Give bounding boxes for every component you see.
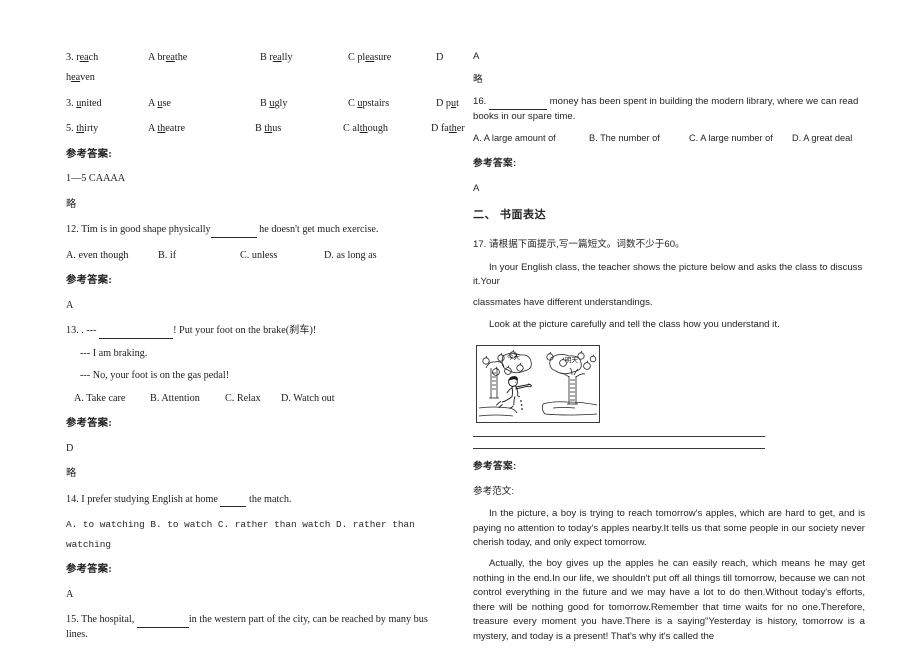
q16-stem-before: 16. bbox=[473, 96, 490, 108]
option-c: C upstairs bbox=[348, 97, 390, 109]
option-c: C although bbox=[343, 123, 389, 135]
option-c: C. A large number of bbox=[689, 133, 773, 144]
q13-stem-before: 13. . --- bbox=[66, 325, 100, 337]
option-a: A. even though bbox=[66, 249, 129, 261]
question-15-stem: 15. The hospital, in the western part of… bbox=[66, 613, 446, 642]
option-b: B. if bbox=[158, 249, 177, 261]
answer-value: A bbox=[66, 299, 74, 311]
answer-heading: 参考答案: bbox=[66, 148, 113, 160]
answer-heading: 参考答案: bbox=[473, 158, 517, 170]
option-d: D bbox=[436, 52, 444, 63]
option-d: D. Watch out bbox=[281, 392, 335, 404]
option-d: D. as long as bbox=[324, 249, 377, 261]
figure-label-tomorrow: 明天 bbox=[565, 356, 579, 364]
figure-label-today: 今天 bbox=[507, 352, 521, 361]
option-a: A. A large amount of bbox=[473, 133, 556, 144]
question-12-stem: 12. Tim is in good shape physically he d… bbox=[66, 223, 446, 238]
blank-underline bbox=[210, 236, 257, 238]
question-13-line3: --- No, your foot is on the gas pedal! bbox=[80, 370, 230, 382]
phonetics-row: 3. reach A breathe B really C pleasure D bbox=[66, 50, 446, 65]
q14-stem-before: 14. I prefer studying English at home bbox=[66, 493, 221, 505]
carryover-answer-note: 略 bbox=[473, 73, 483, 85]
option-d: D father bbox=[431, 123, 465, 135]
answer-heading: 参考答案: bbox=[66, 418, 113, 430]
q14-stem-after: the match. bbox=[246, 493, 292, 505]
q15-stem-before: 15. The hospital, bbox=[66, 614, 137, 626]
q13-stem-after: ! Put your foot on the brake(刹车)! bbox=[173, 325, 317, 337]
cartoon-illustration: 今天 明天 bbox=[476, 345, 600, 424]
answer-heading: 参考答案: bbox=[473, 461, 517, 473]
phonetics-stem: 3. united bbox=[66, 97, 148, 111]
option-c: C. Relax bbox=[225, 392, 261, 404]
model-essay-label: 参考范文: bbox=[473, 485, 515, 497]
question-14-stem: 14. I prefer studying English at home th… bbox=[66, 493, 446, 508]
phonetics-row: 3. united A use B ugly C upstairs D put bbox=[66, 97, 459, 111]
blank-underline bbox=[489, 108, 548, 110]
phonetics-row: 5. thirty A theatre B thus C although D fath… bbox=[66, 122, 465, 136]
option-a: A use bbox=[148, 97, 171, 109]
question-13-stem: 13. . --- ! Put your foot on the brake(刹… bbox=[66, 324, 446, 339]
q12-stem-after: he doesn't get much exercise. bbox=[256, 224, 379, 236]
option-b: B thus bbox=[255, 123, 282, 135]
option-c: C pleasure bbox=[348, 52, 392, 63]
question-12-options: A. even though B. if C. unless D. as long a… bbox=[66, 249, 446, 263]
answer-note: 略 bbox=[66, 468, 77, 480]
question-14-options-line1: A. to watching B. to watch C. rather tha… bbox=[66, 519, 415, 531]
option-a: A theatre bbox=[148, 123, 186, 135]
answer-value: 1—5 CAAAA bbox=[66, 173, 126, 185]
item-number: 5. bbox=[66, 123, 74, 135]
writing-prompt-line1: In your English class, the teacher shows… bbox=[473, 261, 863, 288]
question-16-options: A. A large amount of B. The number of C. A… bbox=[473, 132, 865, 146]
item-number: 3. bbox=[66, 97, 74, 109]
answer-heading: 参考答案: bbox=[66, 564, 113, 576]
document-page: 3. reach A breathe B really C pleasure D hea… bbox=[0, 0, 920, 651]
answer-blank-line bbox=[473, 436, 765, 438]
option-b: B ugly bbox=[260, 97, 288, 109]
option-b: B. Attention bbox=[150, 392, 200, 404]
answer-value: A bbox=[66, 588, 74, 600]
phonetics-row-continuation: heaven bbox=[66, 72, 95, 84]
option-c: C. unless bbox=[240, 249, 278, 261]
option-b: B. The number of bbox=[589, 133, 660, 144]
answer-value: D bbox=[66, 442, 74, 454]
model-essay-paragraph-2: Actually, the boy gives up the apples he… bbox=[473, 557, 865, 642]
answer-blank-line bbox=[473, 448, 765, 450]
section-heading: 二、 书面表达 bbox=[473, 209, 547, 222]
blank-underline bbox=[136, 626, 189, 628]
option-b: B really bbox=[260, 52, 293, 63]
phonetics-stem: 3. reach bbox=[66, 50, 148, 65]
model-essay-paragraph-1: In the picture, a boy is trying to reach… bbox=[473, 508, 865, 549]
left-column: 3. reach A breathe B really C pleasure D hea… bbox=[66, 50, 465, 651]
answer-value: A bbox=[473, 182, 480, 194]
option-d: D. A great deal bbox=[792, 133, 853, 144]
question-14-options-line2: watching bbox=[66, 539, 112, 551]
right-column: A 略 16. money has been spent in building… bbox=[473, 50, 865, 644]
answer-heading: 参考答案: bbox=[66, 275, 113, 287]
blank-underline bbox=[220, 506, 247, 508]
blank-underline bbox=[99, 337, 174, 339]
answer-note: 略 bbox=[66, 198, 77, 210]
item-number: 3. bbox=[66, 52, 74, 63]
writing-prompt-line3: Look at the picture carefully and tell t… bbox=[489, 319, 780, 331]
option-a: A breathe bbox=[148, 52, 188, 63]
carryover-answer-value: A bbox=[473, 51, 480, 62]
phonetics-stem: 5. thirty bbox=[66, 122, 148, 136]
option-a: A. Take care bbox=[74, 392, 126, 404]
question-16-stem: 16. money has been spent in building the… bbox=[473, 95, 865, 124]
question-13-line2: --- I am braking. bbox=[80, 347, 148, 359]
writing-prompt-number: 17. 请根据下面提示,写一篇短文。词数不少于60。 bbox=[473, 239, 685, 251]
question-13-options: A. Take care B. Attention C. Relax D. Watch… bbox=[66, 392, 446, 406]
q12-stem-before: 12. Tim is in good shape physically bbox=[66, 224, 211, 236]
writing-prompt-line2: classmates have different understandings… bbox=[473, 296, 653, 308]
option-d: D put bbox=[436, 97, 459, 109]
